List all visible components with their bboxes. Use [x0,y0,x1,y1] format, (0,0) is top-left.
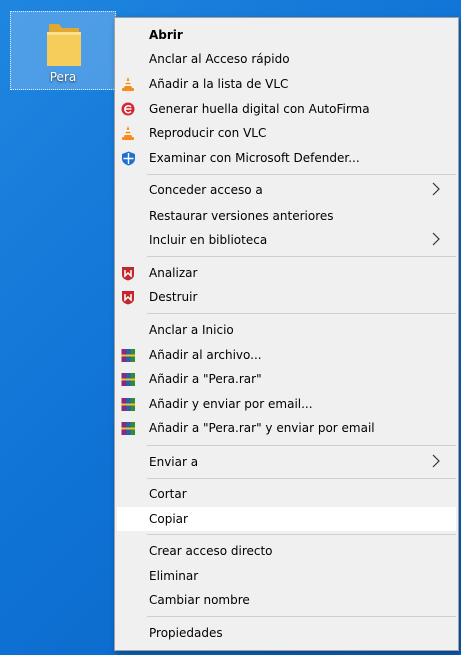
menu-item-crear-acceso-directo[interactable]: Crear acceso directo [117,539,456,563]
mcafee-shield-icon [120,265,136,281]
autofirma-icon [120,101,136,117]
menu-item-label: Incluir en biblioteca [149,233,268,247]
menu-item-label: Añadir y enviar por email... [149,397,313,411]
menu-item-label: Propiedades [149,626,223,640]
folder-label: Pera [49,70,77,84]
menu-separator [147,534,456,535]
menu-item-label: Abrir [149,28,183,42]
winrar-books-icon [120,396,136,412]
chevron-right-icon [432,454,442,470]
menu-separator [147,478,456,479]
menu-item-label: Añadir a "Pera.rar" [149,372,262,386]
menu-item-label: Reproducir con VLC [149,126,267,140]
menu-item-label: Restaurar versiones anteriores [149,209,334,223]
menu-item-label: Crear acceso directo [149,544,273,558]
menu-item-label: Destruir [149,290,198,304]
menu-item-anclar-inicio[interactable]: Anclar a Inicio [117,318,456,342]
menu-item-conceder-acceso[interactable]: Conceder acceso a [117,178,456,202]
menu-item-label: Añadir a la lista de VLC [149,77,289,91]
menu-item-anadir-pera-rar-email[interactable]: Añadir a "Pera.rar" y enviar por email [117,416,456,440]
menu-item-incluir-biblioteca[interactable]: Incluir en biblioteca [117,228,456,252]
menu-item-label: Anclar al Acceso rápido [149,52,290,66]
menu-item-label: Cortar [149,487,187,501]
menu-item-reproducir-vlc[interactable]: Reproducir con VLC [117,121,456,145]
vlc-cone-icon [120,76,136,92]
menu-item-label: Añadir al archivo... [149,348,262,362]
menu-item-restaurar-versiones[interactable]: Restaurar versiones anteriores [117,204,456,228]
menu-separator [147,174,456,175]
vlc-cone-icon [120,125,136,141]
menu-item-label: Anclar a Inicio [149,323,234,337]
menu-item-label: Generar huella digital con AutoFirma [149,102,370,116]
menu-item-label: Añadir a "Pera.rar" y enviar por email [149,421,375,435]
menu-item-microsoft-defender[interactable]: Examinar con Microsoft Defender... [117,146,456,170]
menu-item-label: Conceder acceso a [149,183,263,197]
menu-separator [147,445,456,446]
menu-item-autofirma[interactable]: Generar huella digital con AutoFirma [117,97,456,121]
winrar-books-icon [120,371,136,387]
menu-item-cortar[interactable]: Cortar [117,482,456,506]
menu-separator [147,313,456,314]
menu-item-anadir-enviar-email[interactable]: Añadir y enviar por email... [117,392,456,416]
winrar-books-icon [120,420,136,436]
menu-separator [147,616,456,617]
menu-item-enviar-a[interactable]: Enviar a [117,450,456,474]
menu-item-eliminar[interactable]: Eliminar [117,564,456,588]
menu-item-label: Cambiar nombre [149,593,250,607]
menu-item-label: Examinar con Microsoft Defender... [149,151,360,165]
menu-item-abrir[interactable]: Abrir [117,23,456,47]
menu-separator [147,256,456,257]
menu-item-cambiar-nombre[interactable]: Cambiar nombre [117,588,456,612]
menu-item-analizar[interactable]: Analizar [117,261,456,285]
context-menu: Abrir Anclar al Acceso rápido Añadir a l… [114,17,459,651]
menu-item-anclar-acceso-rapido[interactable]: Anclar al Acceso rápido [117,47,456,71]
menu-item-destruir[interactable]: Destruir [117,285,456,309]
defender-shield-icon [120,150,136,166]
folder-icon [47,24,81,66]
menu-item-label: Analizar [149,266,198,280]
menu-item-propiedades[interactable]: Propiedades [117,621,456,645]
menu-item-anadir-archivo[interactable]: Añadir al archivo... [117,343,456,367]
menu-item-copiar[interactable]: Copiar [117,507,456,531]
menu-item-label: Copiar [149,512,188,526]
chevron-right-icon [432,182,442,198]
chevron-right-icon [432,232,442,248]
menu-item-label: Enviar a [149,455,199,469]
desktop-folder-pera[interactable]: Pera [10,11,116,90]
winrar-books-icon [120,347,136,363]
mcafee-shield-icon [120,289,136,305]
menu-item-anadir-pera-rar[interactable]: Añadir a "Pera.rar" [117,367,456,391]
menu-item-label: Eliminar [149,569,199,583]
menu-item-anadir-lista-vlc[interactable]: Añadir a la lista de VLC [117,72,456,96]
